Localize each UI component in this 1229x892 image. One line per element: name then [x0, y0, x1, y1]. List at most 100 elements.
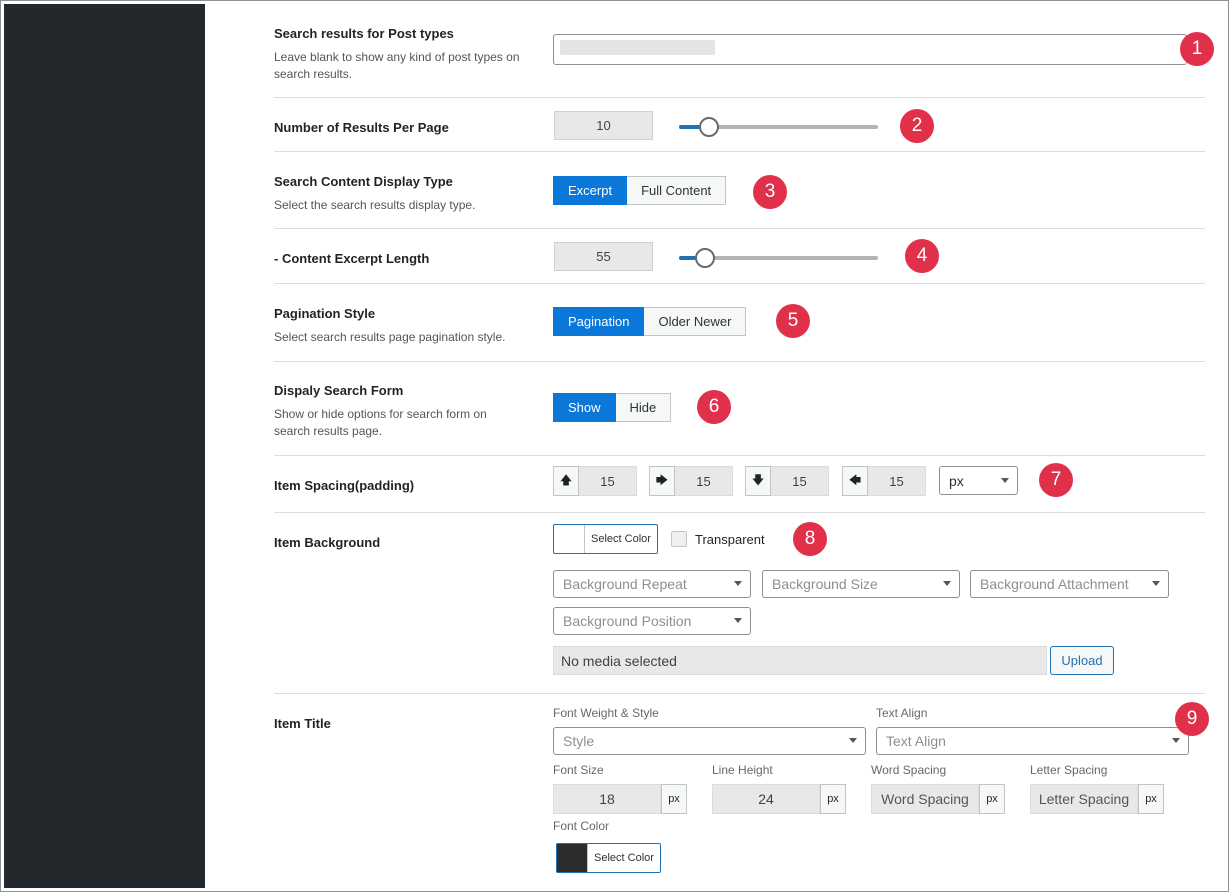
callout-badge-4: 4: [905, 239, 939, 273]
callout-badge-8: 8: [793, 522, 827, 556]
transparent-checkbox[interactable]: [671, 531, 687, 547]
search-form-toggle: Show Hide: [553, 393, 672, 422]
font-size-unit: px: [661, 784, 687, 814]
background-attachment-value: Background Attachment: [980, 576, 1129, 592]
hide-option[interactable]: Hide: [615, 393, 672, 422]
font-color-label: Font Color: [553, 819, 610, 833]
arrow-down-icon: 🡇: [745, 466, 771, 496]
callout-badge-3: 3: [753, 175, 787, 209]
content-display-desc: Select the search results display type.: [274, 198, 476, 212]
select-color-label: Select Color: [591, 533, 651, 545]
padding-right-input[interactable]: 15: [675, 466, 733, 496]
content-display-label: Search Content Display Type: [274, 174, 453, 189]
arrow-left-icon: 🡄: [842, 466, 868, 496]
padding-left-control: 🡄 15: [842, 466, 926, 496]
content-display-toggle: Excerpt Full Content: [553, 176, 727, 205]
letter-spacing-input[interactable]: Letter Spacing: [1030, 784, 1138, 814]
slider-thumb[interactable]: [695, 248, 715, 268]
upload-button[interactable]: Upload: [1050, 646, 1114, 675]
font-weight-select[interactable]: Style: [553, 727, 866, 755]
excerpt-length-label: - Content Excerpt Length: [274, 251, 430, 266]
row-divider: [274, 693, 1205, 694]
post-types-desc: Leave blank to show any kind of post typ…: [274, 50, 520, 81]
line-height-input[interactable]: 24: [712, 784, 820, 814]
excerpt-length-value[interactable]: 55: [554, 242, 653, 271]
pagination-desc: Select search results page pagination st…: [274, 330, 506, 344]
chevron-down-icon: [1172, 738, 1180, 743]
arrow-up-icon: 🡅: [553, 466, 579, 496]
search-form-label: Dispaly Search Form: [274, 383, 404, 398]
row-divider: [274, 97, 1205, 98]
row-divider: [274, 455, 1205, 456]
text-align-select[interactable]: Text Align: [876, 727, 1189, 755]
excerpt-length-slider[interactable]: [679, 248, 878, 268]
chevron-down-icon: [734, 618, 742, 623]
results-per-page-value[interactable]: 10: [554, 111, 653, 140]
select-color-label: Select Color: [594, 852, 654, 864]
font-size-input[interactable]: 18: [553, 784, 661, 814]
chevron-down-icon: [734, 581, 742, 586]
background-repeat-select[interactable]: Background Repeat: [553, 570, 751, 598]
callout-badge-9: 9: [1175, 702, 1209, 736]
search-form-desc: Show or hide options for search form on …: [274, 407, 487, 438]
post-types-input[interactable]: [553, 34, 1187, 65]
line-height-label: Line Height: [712, 763, 773, 777]
font-weight-value: Style: [563, 733, 595, 749]
chevron-down-icon: [943, 581, 951, 586]
padding-right-control: 🡆 15: [649, 466, 733, 496]
item-title-label: Item Title: [274, 716, 331, 731]
spacing-unit-value: px: [949, 472, 964, 489]
slider-thumb[interactable]: [699, 117, 719, 137]
pagination-label: Pagination Style: [274, 306, 376, 321]
row-divider: [274, 228, 1205, 229]
media-field: No media selected: [553, 646, 1047, 675]
older-newer-option[interactable]: Older Newer: [644, 307, 747, 336]
background-size-select[interactable]: Background Size: [762, 570, 960, 598]
background-position-select[interactable]: Background Position: [553, 607, 751, 635]
row-divider: [274, 512, 1205, 513]
padding-bottom-control: 🡇 15: [745, 466, 829, 496]
callout-badge-1: 1: [1180, 32, 1214, 66]
row-divider: [274, 151, 1205, 152]
pagination-option[interactable]: Pagination: [553, 307, 645, 336]
letter-spacing-unit: px: [1138, 784, 1164, 814]
chevron-down-icon: [1152, 581, 1160, 586]
chevron-down-icon: [849, 738, 857, 743]
item-background-label: Item Background: [274, 535, 381, 550]
text-align-label: Text Align: [876, 706, 928, 720]
spacing-unit-select[interactable]: px: [939, 466, 1018, 495]
font-size-control: 18 px: [553, 784, 687, 814]
admin-sidebar: [4, 4, 205, 888]
word-spacing-label: Word Spacing: [871, 763, 947, 777]
callout-badge-2: 2: [900, 109, 934, 143]
word-spacing-control: Word Spacing px: [871, 784, 1005, 814]
transparent-label: Transparent: [695, 532, 765, 547]
chevron-down-icon: [1001, 477, 1009, 483]
letter-spacing-label: Letter Spacing: [1030, 763, 1108, 777]
results-per-page-slider[interactable]: [679, 117, 878, 137]
background-size-value: Background Size: [772, 576, 878, 592]
background-attachment-select[interactable]: Background Attachment: [970, 570, 1169, 598]
pagination-toggle: Pagination Older Newer: [553, 307, 747, 336]
padding-bottom-input[interactable]: 15: [771, 466, 829, 496]
excerpt-option[interactable]: Excerpt: [553, 176, 628, 205]
arrow-right-icon: 🡆: [649, 466, 675, 496]
background-repeat-value: Background Repeat: [563, 576, 687, 592]
full-content-option[interactable]: Full Content: [627, 176, 727, 205]
font-weight-label: Font Weight & Style: [553, 706, 659, 720]
callout-badge-6: 6: [697, 390, 731, 424]
font-color-button[interactable]: Select Color: [556, 843, 661, 873]
text-align-value: Text Align: [886, 733, 946, 749]
word-spacing-input[interactable]: Word Spacing: [871, 784, 979, 814]
callout-badge-5: 5: [776, 304, 810, 338]
padding-top-input[interactable]: 15: [579, 466, 637, 496]
show-option[interactable]: Show: [553, 393, 616, 422]
padding-left-input[interactable]: 15: [868, 466, 926, 496]
padding-top-control: 🡅 15: [553, 466, 637, 496]
row-divider: [274, 283, 1205, 284]
callout-badge-7: 7: [1039, 463, 1073, 497]
background-position-value: Background Position: [563, 613, 692, 629]
post-types-label: Search results for Post types: [274, 26, 454, 41]
line-height-unit: px: [820, 784, 846, 814]
background-color-button[interactable]: Select Color: [553, 524, 658, 554]
